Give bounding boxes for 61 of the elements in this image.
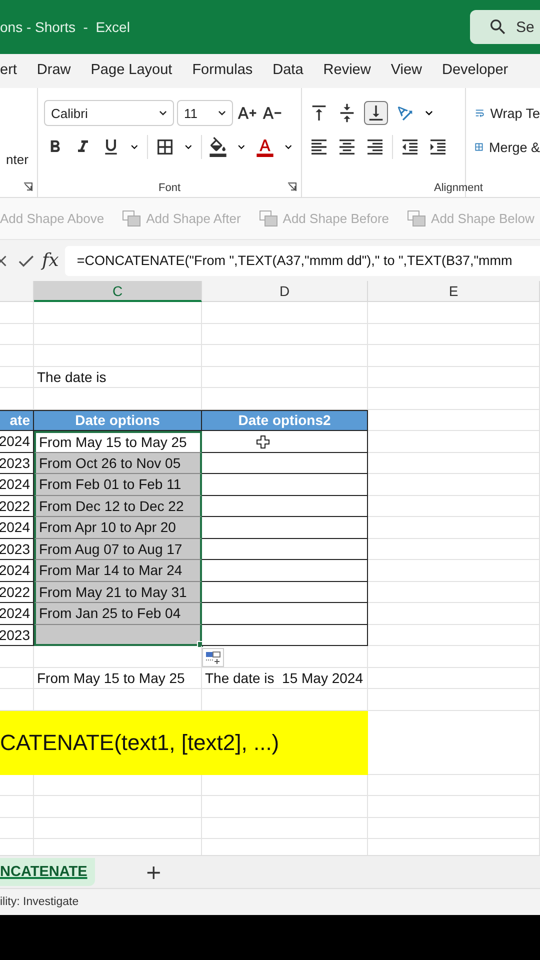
table-cell[interactable]: From Apr 10 to Apr 20 — [34, 517, 202, 538]
shape-icon — [407, 210, 428, 228]
grid-cell — [0, 366, 34, 388]
menu-tab[interactable]: Review — [323, 58, 371, 84]
font-size-field[interactable]: 11 — [177, 100, 233, 126]
grid-cell — [0, 646, 34, 668]
grid-cell — [0, 774, 34, 796]
cursor-icon — [256, 435, 270, 449]
menu-tab[interactable]: View — [390, 58, 422, 84]
column-header[interactable]: C — [34, 281, 202, 302]
menu-tab[interactable]: Data — [272, 58, 304, 84]
grid-cell — [0, 796, 34, 818]
column-header[interactable]: D — [202, 281, 368, 302]
launcher-icon[interactable] — [287, 182, 297, 192]
grid-cell — [0, 302, 34, 324]
menu-tab[interactable]: ert — [0, 58, 17, 84]
menu-tab[interactable]: Formulas — [192, 58, 253, 84]
grid-cell — [0, 345, 34, 366]
table-header-cell: ate — [0, 410, 34, 431]
cell-text: From May 15 to May 25 — [34, 668, 202, 689]
align-bottom-icon[interactable] — [364, 101, 388, 125]
table-cell[interactable]: From Dec 12 to Dec 22 — [34, 496, 202, 517]
status-text: ility: Investigate — [0, 896, 79, 908]
ribbon-label[interactable]: nter — [6, 152, 31, 167]
window-title: ons - Shorts - Excel — [0, 19, 130, 35]
cell-text: The date is 15 May 2024 — [202, 668, 368, 689]
grid-cell — [0, 668, 34, 689]
launcher-icon[interactable] — [23, 182, 33, 192]
banner-text: CATENATE(text1, [text2], ...) — [0, 710, 368, 774]
menu-tab[interactable]: Developer — [442, 58, 508, 84]
paste-options-icon[interactable] — [202, 648, 224, 667]
table-cell[interactable]: From May 21 to May 31 — [34, 582, 202, 603]
search-icon — [488, 17, 508, 37]
table-cell[interactable]: From Jan 25 to Feb 04 — [34, 603, 202, 624]
table-cell[interactable]: From Feb 01 to Feb 11 — [34, 474, 202, 496]
shape-icon — [122, 210, 142, 228]
sheet-tab[interactable]: NCATENATE — [0, 858, 96, 886]
insert-function-icon[interactable]: fx — [42, 250, 59, 271]
group-label: Font — [157, 182, 182, 194]
menu-tab[interactable]: Draw — [36, 58, 71, 84]
group-label: Alignment — [433, 182, 484, 194]
wrap-text-button[interactable]: Wrap Te — [474, 96, 540, 130]
table-cell[interactable] — [34, 624, 202, 646]
table-header-cell: Date options2 — [202, 410, 368, 431]
merge-button[interactable]: Merge & — [474, 130, 540, 164]
add-sheet-button[interactable]: + — [141, 860, 166, 884]
table-cell[interactable]: From Aug 07 to Aug 17 — [34, 538, 202, 560]
menu-tab[interactable]: Page Layout — [90, 58, 172, 84]
font-name-field[interactable]: Calibri — [44, 100, 174, 126]
search-field[interactable]: Se — [470, 10, 540, 44]
grid-cell — [0, 324, 34, 345]
table-cell[interactable]: From Oct 26 to Nov 05 — [34, 452, 202, 474]
table-header-cell: Date options — [34, 410, 202, 431]
cell-text: The date is — [34, 366, 202, 388]
table-cell[interactable]: From May 15 to May 25 — [34, 431, 202, 452]
column-header[interactable]: E — [368, 281, 540, 302]
fill-color-icon[interactable] — [207, 136, 230, 158]
grid-cell — [0, 818, 34, 839]
shape-icon — [258, 210, 279, 228]
table-cell[interactable]: From Mar 14 to Mar 24 — [34, 560, 202, 582]
formula-field[interactable]: =CONCATENATE("From ",TEXT(A37,"mmm dd")," to ",TEXT(B37,"mmm — [64, 246, 540, 276]
